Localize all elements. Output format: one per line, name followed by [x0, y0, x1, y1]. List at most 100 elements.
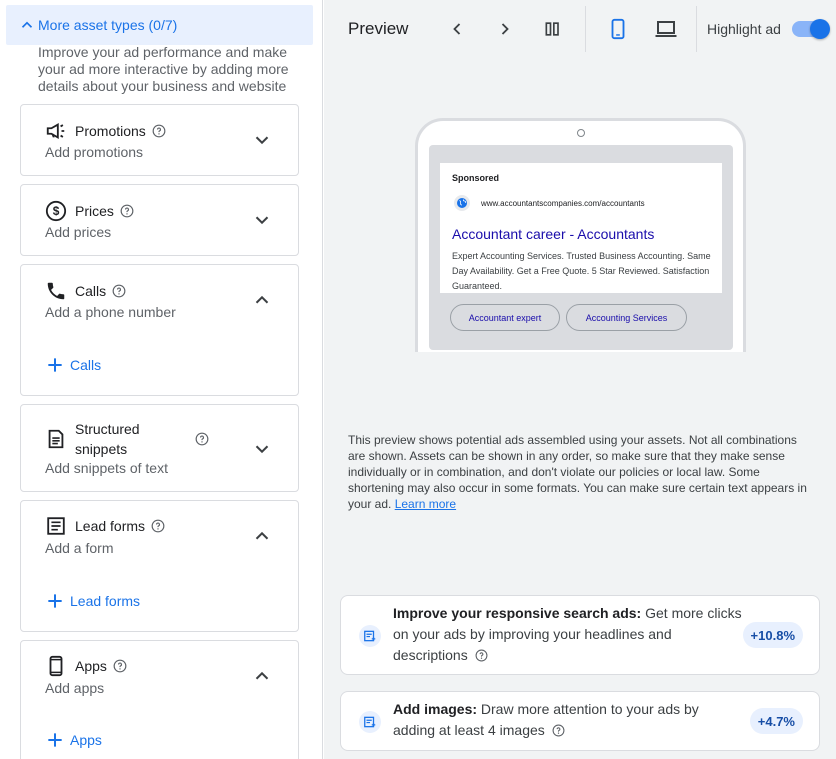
- chevron-up-icon: [255, 531, 269, 540]
- collapse-button[interactable]: [250, 288, 274, 312]
- card-head: $ Prices: [45, 200, 134, 222]
- sitelink-chip[interactable]: Accountant expert: [450, 304, 560, 331]
- calls-card: Calls Add a phone number Calls: [20, 264, 299, 396]
- help-icon[interactable]: [120, 204, 134, 218]
- recommendation-title: Add images:: [393, 701, 478, 717]
- next-button[interactable]: [493, 17, 517, 41]
- help-icon[interactable]: [112, 284, 126, 298]
- expand-button[interactable]: [250, 437, 274, 461]
- preview-title: Preview: [348, 19, 409, 38]
- card-head: Calls: [45, 280, 126, 302]
- ad-headline[interactable]: Accountant career - Accountants: [452, 226, 654, 242]
- score-uplift-badge: +10.8%: [742, 622, 803, 648]
- card-subtitle: Add apps: [45, 680, 105, 696]
- recommendation-card[interactable]: Improve your responsive search ads: Get …: [340, 595, 820, 675]
- camera-dot: [577, 129, 585, 137]
- plus-icon: [48, 733, 62, 747]
- chevron-left-icon: [453, 23, 461, 35]
- chevron-down-icon: [255, 445, 269, 454]
- help-icon[interactable]: [552, 724, 565, 737]
- card-subtitle: Add prices: [45, 224, 112, 240]
- preview-toolbar: Preview Highlight ad: [324, 0, 836, 58]
- recommendation-icon: [359, 711, 381, 733]
- promotions-card: Promotions Add promotions: [20, 104, 299, 176]
- card-subtitle: Add a phone number: [45, 304, 176, 320]
- megaphone-icon: [45, 120, 67, 142]
- lead-forms-card: Lead forms Add a form Lead forms: [20, 500, 299, 632]
- chevron-right-icon: [501, 23, 509, 35]
- add-label: Calls: [70, 357, 102, 373]
- phone-mockup: Sponsored www.accountantscompanies.com/a…: [415, 118, 746, 352]
- desktop-view-button[interactable]: [654, 17, 678, 41]
- grid-view-button[interactable]: [541, 17, 565, 41]
- globe-icon: [454, 195, 470, 211]
- svg-text:$: $: [53, 204, 60, 218]
- ad-url: www.accountantscompanies.com/accountants: [481, 199, 645, 208]
- card-title: Calls: [75, 283, 107, 299]
- recommendation-title: Improve your responsive search ads:: [393, 605, 642, 621]
- card-title: Prices: [75, 203, 114, 219]
- collapse-button[interactable]: [250, 524, 274, 548]
- recommendation-icon: [359, 625, 381, 647]
- asset-panel: More asset types (0/7) Improve your ad p…: [0, 0, 323, 759]
- card-head: Apps: [45, 655, 127, 677]
- recommendation-text: Add images: Draw more attention to your …: [393, 699, 743, 741]
- document-icon: [45, 428, 67, 450]
- toggle-knob: [810, 19, 830, 39]
- previous-button[interactable]: [445, 17, 469, 41]
- chevron-up-icon: [255, 671, 269, 680]
- collapse-button[interactable]: [250, 664, 274, 688]
- card-subtitle: Add a form: [45, 540, 114, 556]
- laptop-icon: [655, 21, 677, 37]
- plus-icon: [48, 358, 62, 372]
- card-title: Lead forms: [75, 518, 146, 534]
- card-title: Structured snippets: [75, 421, 140, 457]
- help-icon[interactable]: [195, 432, 209, 446]
- add-label: Apps: [70, 732, 102, 748]
- smartphone-icon: [611, 18, 625, 40]
- chevron-down-icon: [255, 216, 269, 225]
- toolbar-divider: [585, 6, 586, 52]
- card-head: Promotions: [45, 120, 166, 142]
- chevron-down-icon: [255, 136, 269, 145]
- help-icon[interactable]: [475, 649, 488, 662]
- structured-snippets-card: Structured snippets Add snippets of text: [20, 404, 299, 492]
- sitelink-chip[interactable]: Accounting Services: [566, 304, 687, 331]
- expand-button[interactable]: [250, 128, 274, 152]
- card-subtitle: Add promotions: [45, 144, 144, 160]
- card-head: Lead forms: [45, 515, 165, 537]
- preview-panel: Preview Highlight ad Sponsored www.accou…: [324, 0, 836, 759]
- sponsored-label: Sponsored: [452, 173, 500, 183]
- highlight-ad-toggle[interactable]: [792, 19, 830, 39]
- plus-icon: [48, 594, 62, 608]
- card-title: Promotions: [75, 123, 146, 139]
- preview-disclaimer: This preview shows potential ads assembl…: [348, 432, 808, 512]
- chevron-up-icon: [255, 295, 269, 304]
- learn-more-link[interactable]: Learn more: [395, 497, 456, 511]
- expand-button[interactable]: [250, 208, 274, 232]
- apps-card: Apps Add apps Apps: [20, 640, 299, 759]
- prices-card: $ Prices Add prices: [20, 184, 299, 256]
- recommendation-text: Improve your responsive search ads: Get …: [393, 603, 743, 666]
- group-header-label: More asset types (0/7): [38, 17, 178, 33]
- help-icon[interactable]: [152, 124, 166, 138]
- add-apps-button[interactable]: Apps: [45, 730, 102, 750]
- add-calls-button[interactable]: Calls: [45, 355, 101, 375]
- card-subtitle: Add snippets of text: [45, 460, 168, 476]
- columns-icon: [545, 22, 559, 36]
- card-head: Structured snippets: [45, 419, 209, 459]
- add-label: Lead forms: [70, 593, 141, 609]
- phone-icon: [45, 280, 67, 302]
- mobile-view-button[interactable]: [606, 17, 630, 41]
- score-uplift-badge: +4.7%: [749, 708, 803, 734]
- highlight-ad-label: Highlight ad: [707, 21, 781, 37]
- help-icon[interactable]: [113, 659, 127, 673]
- recommendation-card[interactable]: Add images: Draw more attention to your …: [340, 691, 820, 751]
- more-asset-types-header[interactable]: More asset types (0/7): [6, 5, 313, 45]
- toolbar-divider: [696, 6, 697, 52]
- add-lead-forms-button[interactable]: Lead forms: [45, 591, 140, 611]
- help-icon[interactable]: [151, 519, 165, 533]
- chevron-up-icon: [21, 21, 33, 28]
- smartphone-icon: [45, 655, 67, 677]
- ad-highlight-area: Sponsored www.accountantscompanies.com/a…: [429, 145, 733, 350]
